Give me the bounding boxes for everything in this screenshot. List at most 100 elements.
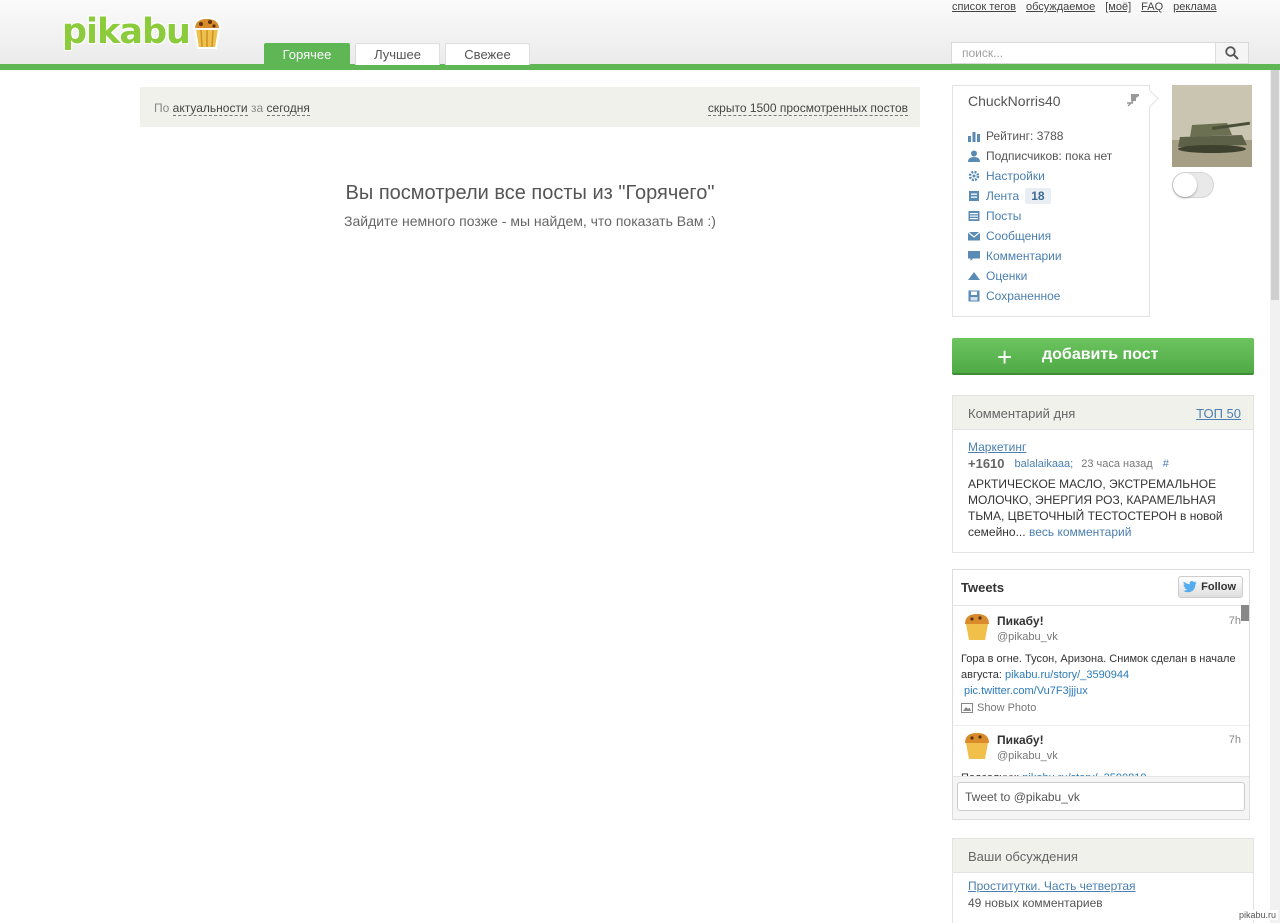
night-mode-toggle[interactable] (1172, 172, 1214, 198)
pikabu-avatar-icon (965, 614, 989, 640)
subscribers-row: Подписчиков: пока нет (968, 146, 1112, 166)
feed-count-badge: 18 (1025, 188, 1051, 204)
tweet-author-name[interactable]: Пикабу! (997, 614, 1044, 628)
comments-link[interactable]: Комментарии (986, 249, 1062, 263)
toplink-faq[interactable]: FAQ (1141, 1, 1163, 13)
messages-link[interactable]: Сообщения (986, 229, 1051, 243)
rating-row: Рейтинг: 3788 (968, 126, 1112, 146)
menu-comments[interactable]: Комментарии (968, 246, 1112, 266)
tab-hot[interactable]: Горячее (264, 43, 350, 65)
triangle-up-icon (968, 272, 980, 280)
menu-messages[interactable]: Сообщения (968, 226, 1112, 246)
tweet-author-name[interactable]: Пикабу! (997, 733, 1044, 747)
discussion-item-link[interactable]: Проститутки. Часть четвертая (968, 879, 1136, 893)
comment-post-tag-link[interactable]: Маркетинг (968, 440, 1026, 454)
envelope-icon (968, 231, 980, 241)
toplink-discussed[interactable]: обсуждаемое (1026, 1, 1095, 13)
menu-posts[interactable]: Посты (968, 206, 1112, 226)
ratings-link[interactable]: Оценки (986, 269, 1027, 283)
twitter-bird-icon (1183, 581, 1198, 593)
sort-mode-link[interactable]: актуальности (172, 101, 248, 116)
page-scrollbar-thumb[interactable] (1271, 70, 1279, 300)
posts-link[interactable]: Посты (986, 209, 1021, 223)
filter-bar: По актуальности за сегодня скрыто 1500 п… (140, 87, 920, 127)
toplink-ads[interactable]: реклама (1173, 1, 1216, 13)
comment-text: АРКТИЧЕСКОЕ МАСЛО, ЭКСТРЕМАЛЬНОЕ МОЛОЧКО… (968, 476, 1230, 540)
saved-link[interactable]: Сохраненное (986, 289, 1060, 303)
profile-card-pointer (1140, 89, 1159, 108)
tweet-pic-link[interactable]: pic.twitter.com/Vu7F3jjjux (964, 685, 1088, 697)
profile-card: ChuckNorris40 Рейтинг: 3788 Подписчиков:… (952, 85, 1159, 317)
comment-score: +1610 (968, 456, 1005, 471)
menu-ratings[interactable]: Оценки (968, 266, 1112, 286)
show-photo-label: Show Photo (977, 702, 1037, 714)
gear-icon (968, 170, 980, 182)
tweet-author-handle[interactable]: @pikabu_vk (997, 750, 1058, 762)
tweet-compose-input[interactable] (957, 782, 1245, 811)
empty-feed-title: Вы посмотрели все посты из "Горячего" (345, 182, 715, 204)
search-button[interactable] (1215, 43, 1248, 63)
settings-link[interactable]: Настройки (986, 169, 1045, 183)
tweet-link[interactable]: pikabu.ru/story/_3590944 (1005, 669, 1129, 681)
muffin-logo-icon (192, 16, 221, 49)
logo[interactable]: pikabu (62, 10, 224, 54)
comment-author-link[interactable]: balalaikaaa; (1015, 458, 1074, 470)
sort-prefix: По (154, 101, 170, 115)
subscribers-text: Подписчиков: пока нет (986, 149, 1113, 163)
hidden-posts-link[interactable]: скрыто 1500 просмотренных постов (707, 101, 908, 116)
watermark: pikabu.ru (1236, 910, 1278, 920)
tweet-text: Гора в огне. Тусон, Аризона. Снимок сдел… (961, 651, 1236, 699)
search-input[interactable] (952, 43, 1224, 63)
tank-avatar-image (1172, 85, 1252, 167)
sort-filter: По актуальности за сегодня (154, 101, 310, 116)
feed-icon (969, 191, 979, 201)
avatar[interactable] (1172, 85, 1252, 167)
comment-permalink[interactable]: # (1163, 458, 1169, 470)
plus-icon: + (997, 342, 1013, 372)
comment-of-day-header: Комментарий дня ТОП 50 (953, 396, 1253, 430)
toplink-mine[interactable]: [моё] (1105, 1, 1131, 13)
tweet-time[interactable]: 7h (1229, 734, 1241, 746)
rating-text: Рейтинг: 3788 (986, 129, 1064, 143)
top-links: список тегов обсуждаемое [моё] FAQ рекла… (952, 1, 1217, 13)
twitter-follow-button[interactable]: Follow (1178, 576, 1243, 598)
tweet-time[interactable]: 7h (1229, 615, 1241, 627)
add-post-button[interactable]: + добавить пост (952, 338, 1254, 375)
toplink-tag-list[interactable]: список тегов (952, 1, 1016, 13)
sort-period-link[interactable]: сегодня (266, 101, 310, 116)
pin-icon[interactable] (1125, 92, 1141, 108)
comment-icon (968, 251, 980, 261)
comment-of-day-box: Комментарий дня ТОП 50 Маркетинг +1610 b… (952, 395, 1254, 553)
menu-feed[interactable]: Лента 18 (968, 186, 1112, 206)
empty-feed-subtitle: Зайдите немного позже - мы найдем, что п… (344, 213, 716, 229)
discussions-title: Ваши обсуждения (968, 849, 1078, 864)
pikabu-avatar-icon (965, 733, 989, 759)
tweet: Пикабу! @pikabu_vk 7h Гора в огне. Тусон… (953, 606, 1249, 726)
floppy-icon (968, 290, 980, 302)
top50-link[interactable]: ТОП 50 (1196, 406, 1241, 421)
tweet-author-handle[interactable]: @pikabu_vk (997, 631, 1058, 643)
bar-chart-icon (968, 132, 980, 142)
main-tabs: Горячее Лучшее Свежее (264, 43, 530, 65)
full-comment-link[interactable]: весь комментарий (1029, 525, 1131, 539)
show-photo-link[interactable]: Show Photo (961, 702, 1036, 714)
user-icon (968, 150, 980, 162)
comment-meta: +1610 balalaikaaa; 23 часа назад # (968, 456, 1169, 471)
feed-link[interactable]: Лента (986, 189, 1019, 203)
discussions-header: Ваши обсуждения (953, 839, 1253, 873)
tab-fresh[interactable]: Свежее (445, 43, 530, 65)
tab-best[interactable]: Лучшее (355, 43, 440, 65)
twitter-widget: Tweets Follow Пикабу! @pikabu_vk 7h Гора… (952, 569, 1250, 820)
discussions-box: Ваши обсуждения Проститутки. Часть четве… (952, 838, 1254, 923)
search-icon (1225, 46, 1239, 60)
posts-icon (968, 211, 980, 221)
menu-saved[interactable]: Сохраненное (968, 286, 1112, 306)
comment-of-day-title: Комментарий дня (968, 406, 1076, 421)
menu-settings[interactable]: Настройки (968, 166, 1112, 186)
photo-icon (961, 703, 973, 713)
header-green-line (0, 64, 1280, 70)
follow-label: Follow (1201, 581, 1236, 593)
username[interactable]: ChuckNorris40 (968, 93, 1061, 109)
profile-menu: Рейтинг: 3788 Подписчиков: пока нет Наст… (968, 126, 1112, 306)
twitter-title: Tweets (961, 580, 1005, 595)
